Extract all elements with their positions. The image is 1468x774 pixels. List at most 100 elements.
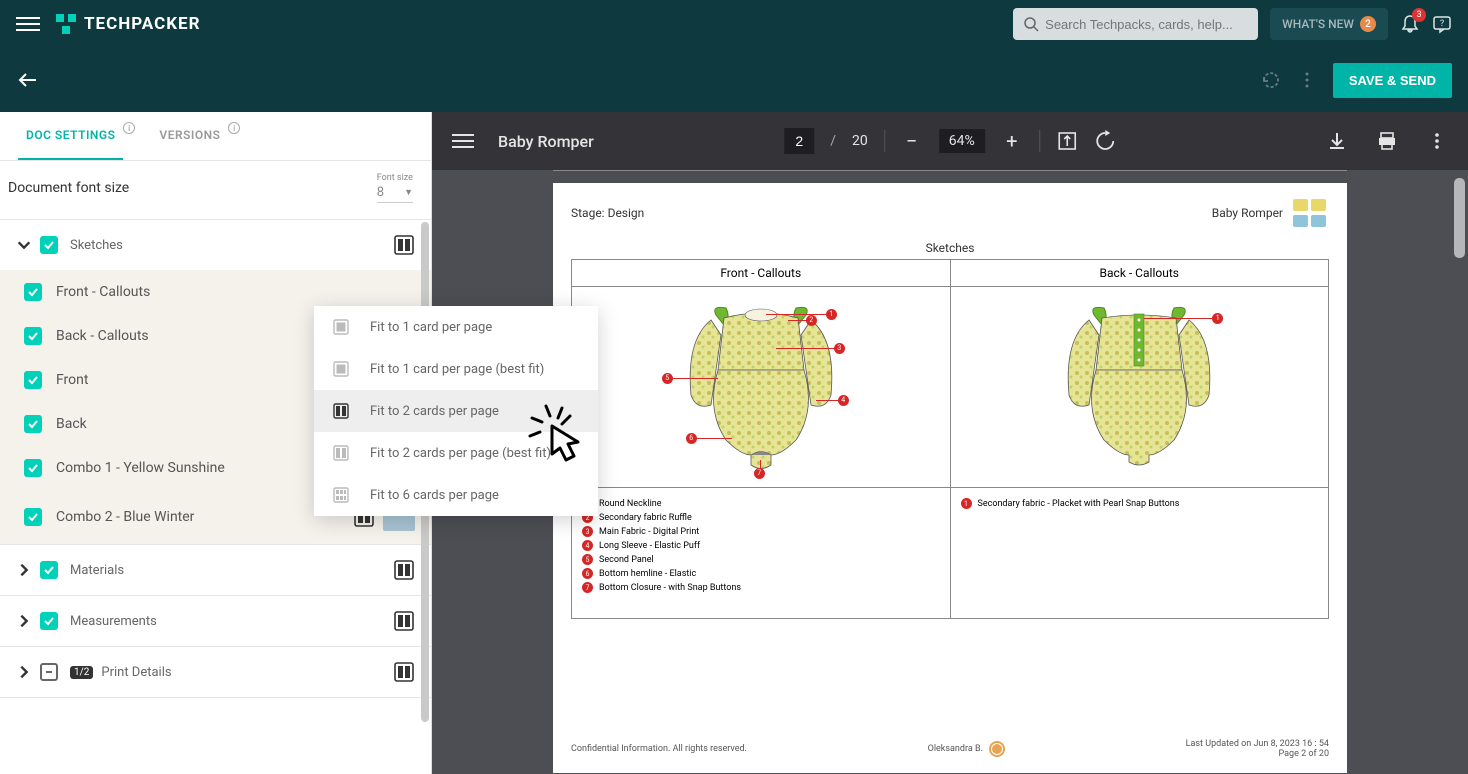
search-icon bbox=[1023, 16, 1039, 32]
section-measurements: Measurements bbox=[0, 596, 431, 647]
layout-2-icon bbox=[332, 444, 350, 462]
page-stage-label: Stage: Design bbox=[571, 206, 644, 220]
item-label: Front - Callouts bbox=[56, 284, 415, 300]
pdf-sidebar-toggle-icon[interactable] bbox=[452, 130, 474, 152]
layout-icon[interactable] bbox=[393, 559, 415, 581]
footer-confidential: Confidential Information. All rights res… bbox=[571, 744, 747, 754]
rotate-icon[interactable] bbox=[1094, 130, 1116, 152]
page-separator: / bbox=[830, 133, 836, 149]
checkbox-partial[interactable] bbox=[40, 663, 58, 681]
callout-item: 4Long Sleeve - Elastic Puff bbox=[582, 540, 940, 551]
callout-item: 5Second Panel bbox=[582, 554, 940, 565]
layout-icon[interactable] bbox=[393, 610, 415, 632]
checkbox[interactable] bbox=[40, 236, 58, 254]
col-header-front: Front - Callouts bbox=[572, 260, 951, 286]
section-title: Materials bbox=[70, 563, 393, 578]
menu-label: Fit to 2 cards per page (best fit) bbox=[370, 446, 551, 461]
whats-new-badge: 2 bbox=[1360, 16, 1376, 32]
checkbox[interactable] bbox=[24, 459, 42, 477]
menu-item-2-cards-best[interactable]: Fit to 2 cards per page (best fit) bbox=[314, 432, 598, 474]
zoom-out-icon[interactable]: − bbox=[901, 130, 923, 152]
tab-doc-settings[interactable]: DOC SETTINGS i bbox=[18, 112, 123, 160]
chevron-right-icon bbox=[16, 562, 32, 578]
checkbox[interactable] bbox=[40, 612, 58, 630]
tab-label: VERSIONS bbox=[159, 128, 220, 142]
back-arrow-icon[interactable] bbox=[16, 68, 40, 92]
checkbox[interactable] bbox=[24, 283, 42, 301]
font-size-select[interactable]: Font size 8 ▼ bbox=[377, 173, 413, 203]
sketch-table: Front - Callouts Back - Callouts bbox=[571, 259, 1329, 619]
pdf-page-previous-strip bbox=[553, 170, 1347, 171]
more-vertical-icon[interactable] bbox=[1426, 130, 1448, 152]
layout-icon[interactable] bbox=[393, 661, 415, 683]
menu-item-2-cards[interactable]: Fit to 2 cards per page bbox=[314, 390, 598, 432]
menu-item-6-cards[interactable]: Fit to 6 cards per page bbox=[314, 474, 598, 516]
section-header[interactable]: Materials bbox=[0, 545, 431, 595]
callout-item: 1Round Neckline bbox=[582, 498, 940, 509]
footer-page-num: Page 2 of 20 bbox=[1186, 749, 1329, 759]
zoom-value: 64% bbox=[939, 129, 985, 153]
callouts-front-list: 1Round Neckline 2Secondary fabric Ruffle… bbox=[572, 488, 951, 618]
callout-item: 2Secondary fabric Ruffle bbox=[582, 512, 940, 523]
section-materials: Materials bbox=[0, 545, 431, 596]
globe-icon bbox=[989, 741, 1005, 757]
download-icon[interactable] bbox=[1326, 130, 1348, 152]
divider bbox=[1039, 130, 1040, 152]
page-thumbnail-icon bbox=[1291, 197, 1329, 229]
save-send-button[interactable]: SAVE & SEND bbox=[1333, 63, 1452, 98]
callout-item: 1Secondary fabric - Placket with Pearl S… bbox=[961, 498, 1319, 509]
layout-1-icon bbox=[332, 360, 350, 378]
refresh-icon[interactable] bbox=[1261, 70, 1281, 90]
help-chat-icon[interactable]: ? bbox=[1432, 14, 1452, 34]
menu-button[interactable] bbox=[16, 12, 40, 36]
col-header-back: Back - Callouts bbox=[951, 260, 1329, 286]
search-input[interactable] bbox=[1045, 17, 1248, 32]
info-icon[interactable]: i bbox=[228, 122, 240, 134]
section-header[interactable]: Measurements bbox=[0, 596, 431, 646]
layout-2-icon bbox=[332, 402, 350, 420]
callout-item: 3Main Fabric - Digital Print bbox=[582, 526, 940, 537]
logo[interactable]: TECHPACKER bbox=[56, 14, 200, 34]
page-total: 20 bbox=[852, 133, 868, 149]
menu-label: Fit to 1 card per page bbox=[370, 320, 492, 335]
footer-updated: Last Updated on Jun 8, 2023 16 : 54 bbox=[1186, 739, 1329, 749]
app-header: TECHPACKER WHAT'S NEW 2 3 ? bbox=[0, 0, 1468, 48]
chevron-right-icon bbox=[16, 664, 32, 680]
page-number-input[interactable] bbox=[784, 128, 814, 154]
whats-new-button[interactable]: WHAT'S NEW 2 bbox=[1270, 8, 1388, 40]
more-vertical-icon[interactable] bbox=[1297, 70, 1317, 90]
checkbox[interactable] bbox=[24, 371, 42, 389]
notification-bell-icon[interactable]: 3 bbox=[1400, 14, 1420, 34]
fit-page-icon[interactable] bbox=[1056, 130, 1078, 152]
menu-item-1-card-best[interactable]: Fit to 1 card per page (best fit) bbox=[314, 348, 598, 390]
layout-icon[interactable] bbox=[393, 234, 415, 256]
section-print-details: 1/2 Print Details bbox=[0, 647, 431, 698]
pdf-toolbar: Baby Romper / 20 − 64% + bbox=[432, 112, 1468, 170]
section-title: Print Details bbox=[101, 665, 393, 680]
whats-new-label: WHAT'S NEW bbox=[1282, 17, 1354, 31]
search-box[interactable] bbox=[1013, 8, 1258, 40]
garment-front-icon: 1 2 3 4 5 6 7 bbox=[676, 300, 846, 475]
callout-item: 7Bottom Closure - with Snap Buttons bbox=[582, 582, 940, 593]
section-title: Sketches bbox=[70, 238, 393, 253]
checkbox[interactable] bbox=[24, 327, 42, 345]
font-size-value: 8 bbox=[377, 185, 384, 200]
checkbox[interactable] bbox=[24, 508, 42, 526]
sketch-back-cell: 1 bbox=[951, 287, 1329, 487]
notification-badge: 3 bbox=[1412, 8, 1426, 22]
section-header[interactable]: Sketches bbox=[0, 220, 431, 270]
menu-item-1-card[interactable]: Fit to 1 card per page bbox=[314, 306, 598, 348]
checkbox[interactable] bbox=[40, 561, 58, 579]
callout-item: 6Bottom hemline - Elastic bbox=[582, 568, 940, 579]
fraction-badge: 1/2 bbox=[70, 666, 93, 679]
info-icon[interactable]: i bbox=[123, 122, 135, 134]
tab-versions[interactable]: VERSIONS i bbox=[151, 112, 228, 160]
section-heading: Sketches bbox=[571, 241, 1329, 255]
callouts-back-list: 1Secondary fabric - Placket with Pearl S… bbox=[951, 488, 1329, 618]
caret-down-icon: ▼ bbox=[404, 187, 413, 198]
preview-scrollbar[interactable] bbox=[1454, 178, 1465, 258]
checkbox[interactable] bbox=[24, 415, 42, 433]
section-header[interactable]: 1/2 Print Details bbox=[0, 647, 431, 697]
zoom-in-icon[interactable]: + bbox=[1001, 130, 1023, 152]
print-icon[interactable] bbox=[1376, 130, 1398, 152]
